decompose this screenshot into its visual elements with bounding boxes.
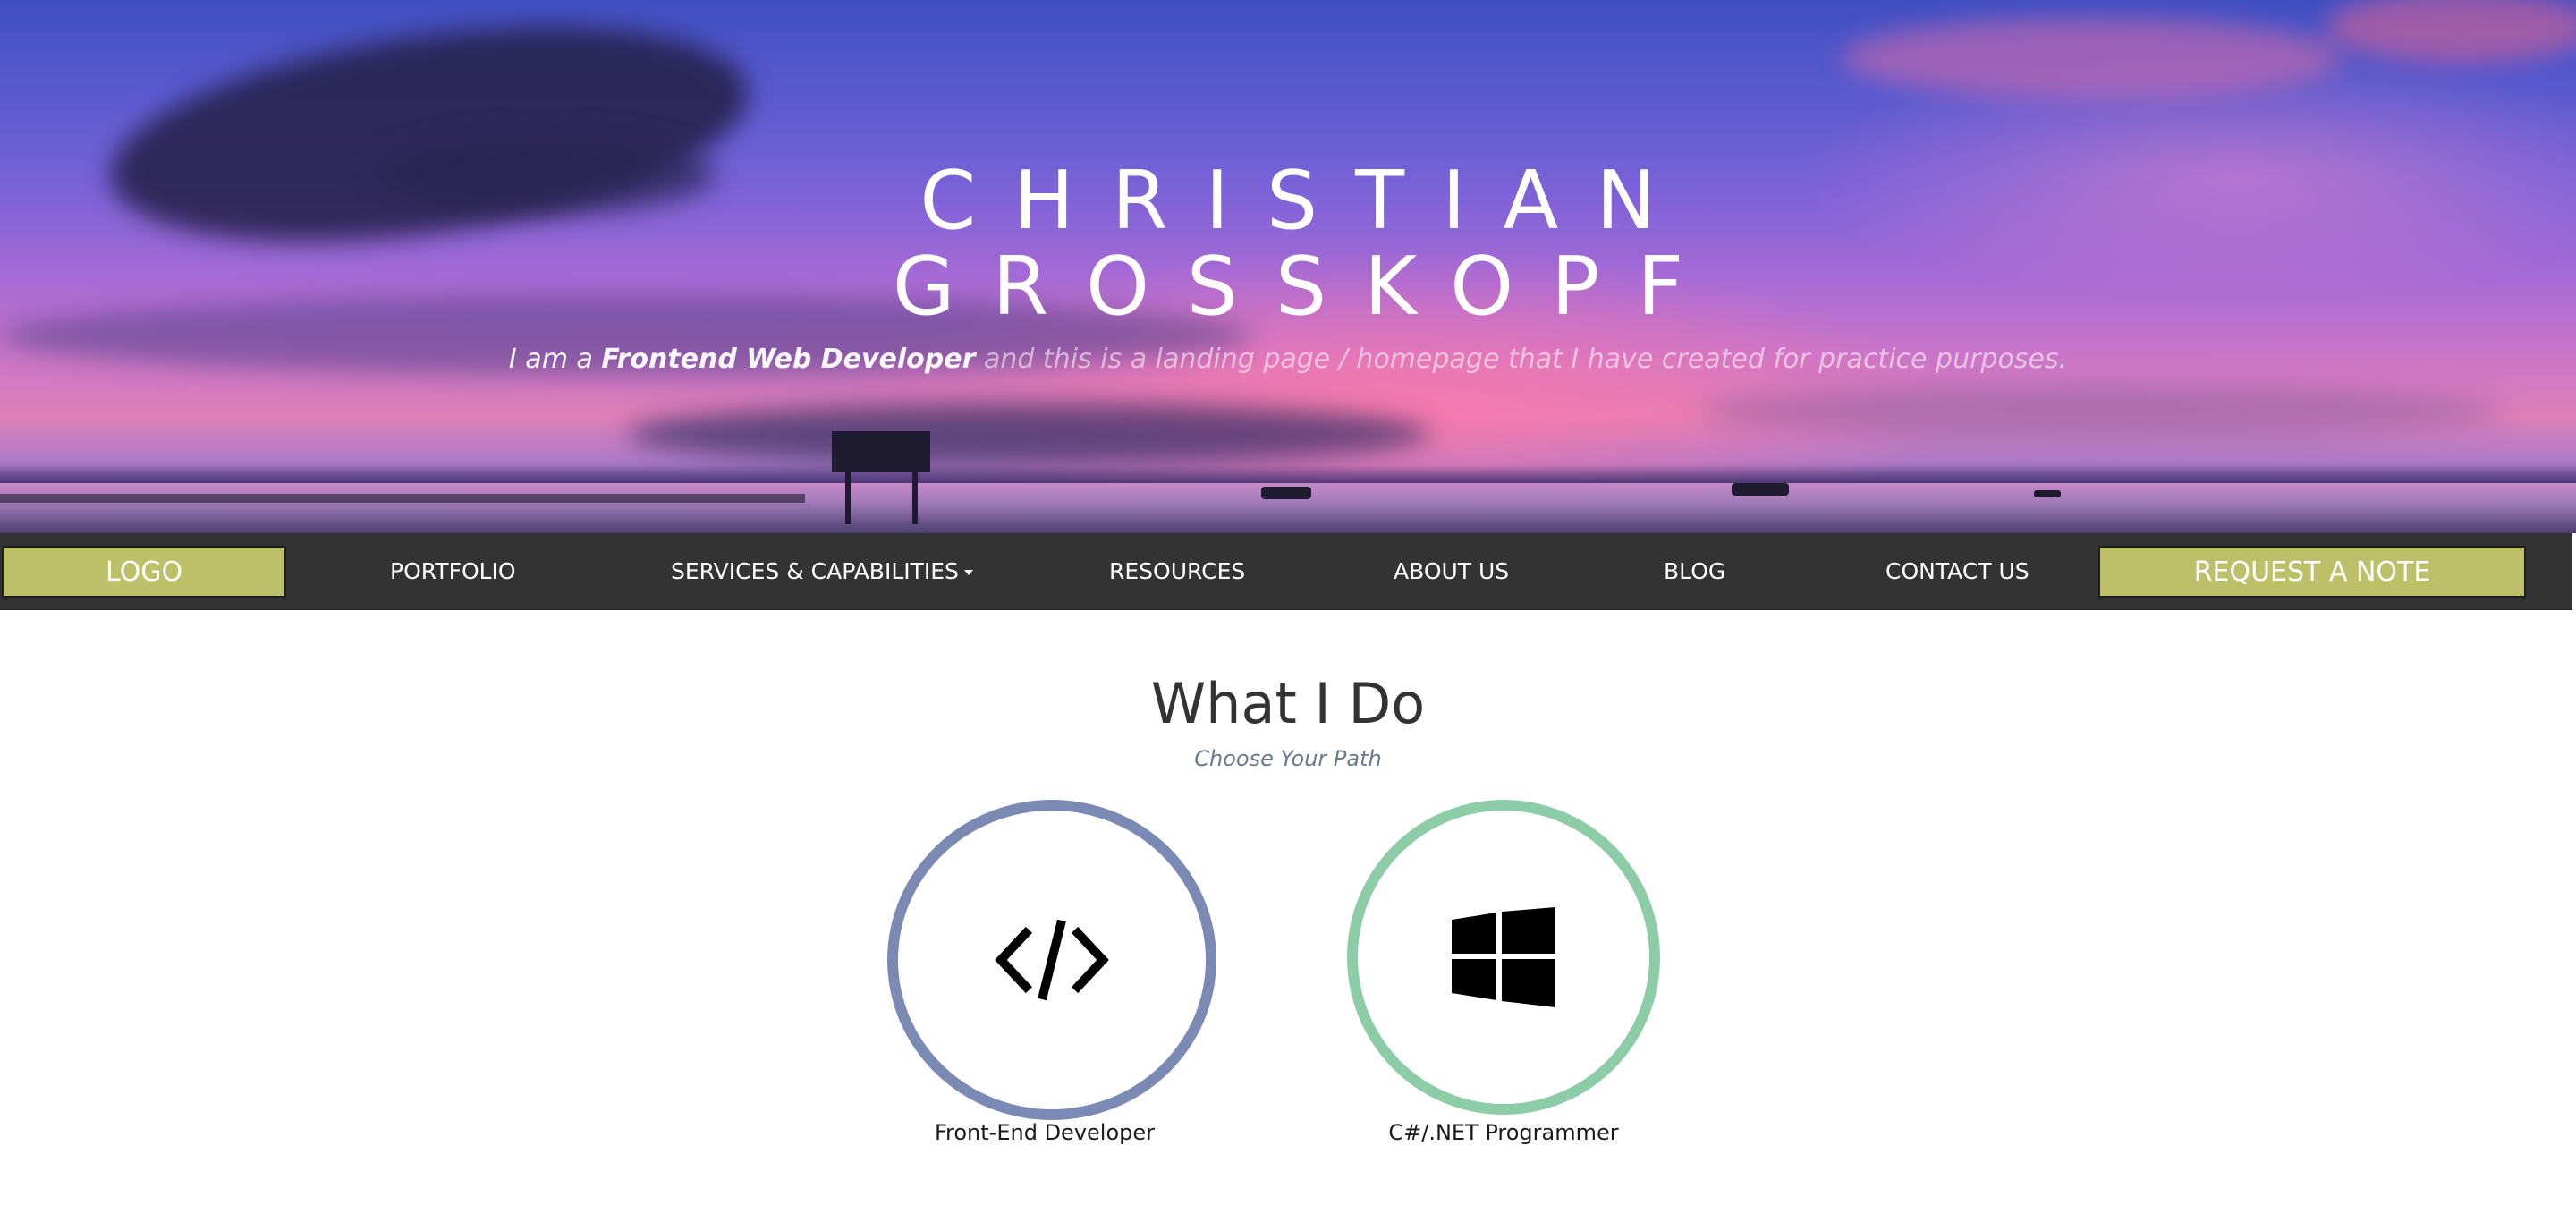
main-navbar: LOGO PORTFOLIO SERVICES & CAPABILITIES R… bbox=[0, 533, 2572, 610]
logo-button[interactable]: LOGO bbox=[2, 546, 286, 598]
hero-cloud bbox=[2326, 0, 2576, 63]
hero-name-last: GROSSKOPF bbox=[892, 240, 1722, 334]
section-title: What I Do bbox=[1150, 671, 1426, 736]
boat bbox=[2034, 490, 2061, 497]
boat bbox=[1732, 483, 1789, 496]
section-subtitle: Choose Your Path bbox=[1194, 746, 1382, 771]
nav-item-blog[interactable]: BLOG bbox=[1664, 533, 1725, 610]
tagline-rest: and this is a landing page / homepage th… bbox=[975, 344, 2068, 375]
path-front-end-label[interactable]: Front-End Developer bbox=[887, 1120, 1202, 1145]
path-dotnet-circle[interactable] bbox=[1347, 800, 1660, 1115]
tagline-highlight: Frontend Web Developer bbox=[601, 344, 976, 375]
hero-cloud bbox=[1843, 18, 2343, 98]
stilt-house bbox=[832, 431, 930, 472]
hero-tagline: I am a Frontend Web Developer and this i… bbox=[0, 344, 2576, 375]
hero-banner: CHRISTIAN GROSSKOPF I am a Frontend Web … bbox=[0, 0, 2576, 533]
nav-item-services-dropdown[interactable]: SERVICES & CAPABILITIES bbox=[671, 533, 973, 610]
nav-item-about-us[interactable]: ABOUT US bbox=[1394, 533, 1509, 610]
nav-item-resources[interactable]: RESOURCES bbox=[1109, 533, 1245, 610]
request-note-button[interactable]: REQUEST A NOTE bbox=[2098, 546, 2526, 598]
tagline-intro: I am a bbox=[508, 344, 602, 375]
code-icon bbox=[995, 919, 1109, 1001]
path-front-end-circle[interactable] bbox=[887, 800, 1216, 1120]
nav-item-services-label: SERVICES & CAPABILITIES bbox=[671, 558, 959, 584]
nav-item-contact-us[interactable]: CONTACT US bbox=[1885, 533, 2029, 610]
path-dotnet-label[interactable]: C#/.NET Programmer bbox=[1347, 1120, 1660, 1145]
hero-cloud bbox=[1699, 385, 2504, 438]
boat bbox=[1261, 487, 1311, 499]
stilt-house-legs bbox=[845, 472, 851, 524]
caret-down-icon bbox=[963, 570, 973, 575]
windows-icon bbox=[1452, 907, 1555, 1007]
hero-cloud bbox=[626, 403, 1431, 465]
stilt-house-legs bbox=[912, 472, 918, 524]
fishing-fence bbox=[0, 494, 805, 503]
nav-item-portfolio[interactable]: PORTFOLIO bbox=[390, 533, 516, 610]
hero-name-first: CHRISTIAN bbox=[919, 154, 1694, 248]
